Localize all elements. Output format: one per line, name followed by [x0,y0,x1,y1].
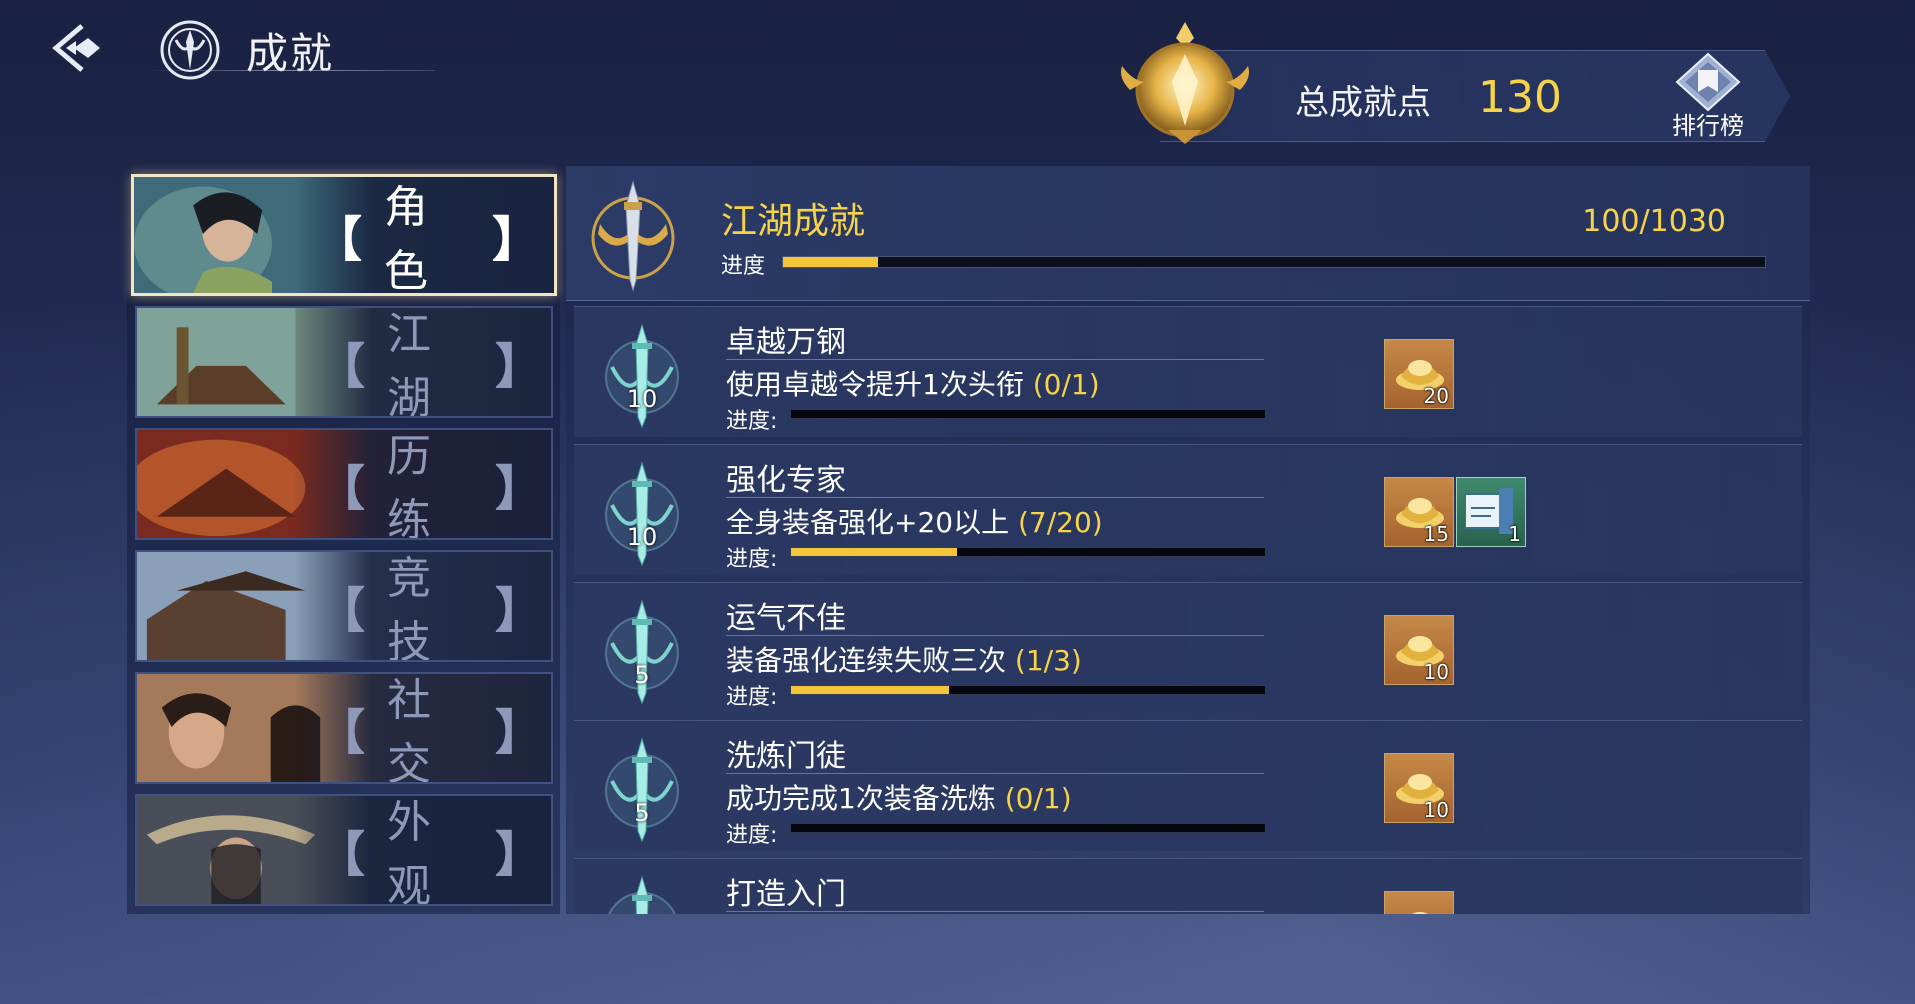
achievement-description: 成功完成1次装备洗炼 (0/1) [726,782,1072,815]
sword-badge-icon [605,737,679,843]
title-divider [726,635,1264,636]
achievement-count: (7/20) [1018,506,1103,539]
ranking-label: 排行榜 [1672,112,1744,140]
nav-item-role[interactable]: 【 角色 】 [131,174,557,296]
nav-label: 【 历练 】 [317,431,547,540]
achievement-row[interactable]: 10 卓越万钢使用卓越令提升1次头衔 (0/1) 进度: 20 [574,306,1802,437]
achievement-progress-bar [790,685,1266,695]
achievement-progress-fill [791,686,949,694]
reward-quantity: 1 [1508,522,1521,546]
ranking-button[interactable]: 排行榜 [1668,52,1748,142]
reward-item[interactable]: 10 [1384,615,1454,685]
achievement-row[interactable]: 打造入门 [574,858,1802,914]
sword-badge-icon [608,875,676,914]
summary-progress-fill [783,257,879,267]
achievement-summary: 江湖成就 100/1030 进度 [566,166,1810,301]
achievement-level: 5 [634,661,650,689]
achievement-progress-bar [790,823,1266,833]
summary-title: 江湖成就 [721,201,866,242]
achievement-title: 洗炼门徒 [726,739,846,774]
sword-badge-icon [605,599,679,705]
title-divider [726,359,1264,360]
achievement-title: 运气不佳 [726,601,846,636]
reward-quantity: 20 [1423,384,1449,408]
title-divider [726,773,1264,774]
reward-item[interactable]: 10 [1384,753,1454,823]
reward-quantity: 10 [1423,798,1449,822]
achievement-count: (0/1) [1032,368,1100,401]
achievement-level: 5 [634,799,650,827]
achievement-progress-fill [791,548,957,556]
achievement-emblem-icon [158,18,222,82]
progress-label: 进度: [726,409,778,434]
progress-label: 进度: [726,547,778,572]
reward-quantity: 10 [1423,660,1449,684]
title-divider [726,911,1264,912]
summary-progress-bar [782,256,1766,268]
nav-item-jianghu[interactable]: 【 江湖 】 [135,306,553,418]
achievement-row[interactable]: 5 运气不佳装备强化连续失败三次 (1/3) 进度: 10 [574,582,1802,713]
total-points-label: 总成就点 [1295,83,1431,123]
achievement-title: 卓越万钢 [726,325,846,360]
achievement-description: 全身装备强化+20以上 (7/20) [726,506,1103,539]
achievement-row[interactable]: 5 洗炼门徒成功完成1次装备洗炼 (0/1) 进度: 10 [574,720,1802,851]
sword-badge-icon [605,461,679,567]
nav-item-training[interactable]: 【 历练 】 [135,428,553,540]
nav-item-appearance[interactable]: 【 外观 】 [135,794,553,906]
progress-label: 进度: [726,685,778,710]
achievement-count: (0/1) [1004,782,1072,815]
achievement-title: 打造入门 [726,877,846,912]
achievement-panel: 江湖成就 100/1030 进度 10 卓越万钢使用卓越令提升1次头衔 (0/1)… [566,166,1810,914]
achievement-level: 10 [626,523,658,551]
progress-label: 进度: [726,823,778,848]
reward-item[interactable]: 15 [1384,477,1454,547]
nav-item-arena[interactable]: 【 竞技 】 [135,550,553,662]
nav-label: 【 社交 】 [317,675,547,784]
achievement-progress-bar [790,409,1266,419]
total-points-value: 130 [1478,72,1562,123]
achievement-title: 强化专家 [726,463,846,498]
nav-label: 【 江湖 】 [317,309,547,418]
gold-badge-icon [1110,18,1260,148]
sword-emblem-icon [588,176,678,294]
title-underline [145,70,435,71]
achievement-description: 装备强化连续失败三次 (1/3) [726,644,1082,677]
category-nav: 【 角色 】 【 江湖 】 【 历练 】 【 竞技 】 【 社交 】 【 外观 … [127,172,560,914]
gold-ingot-icon [1412,912,1428,914]
back-button[interactable] [48,18,112,78]
reward-item[interactable]: 1 [1456,477,1526,547]
achievement-row[interactable]: 10 强化专家全身装备强化+20以上 (7/20) 进度: 15 1 [574,444,1802,575]
summary-progress-label: 进度 [721,254,766,279]
reward-item[interactable] [1384,891,1454,914]
back-arrow-icon [52,24,100,72]
achievement-progress-bar [790,547,1266,557]
achievement-description: 使用卓越令提升1次头衔 (0/1) [726,368,1100,401]
nav-label: 【 竞技 】 [317,553,547,662]
page-title: 成就 [246,29,335,78]
ranking-icon [1675,52,1741,112]
reward-quantity: 15 [1423,522,1449,546]
title-divider [726,497,1264,498]
achievement-count: (1/3) [1014,644,1082,677]
achievement-level: 10 [626,385,658,413]
reward-item[interactable]: 20 [1384,339,1454,409]
nav-label: 【 角色 】 [314,182,544,296]
nav-item-social[interactable]: 【 社交 】 [135,672,553,784]
summary-count: 100/1030 [1582,204,1726,239]
sword-badge-icon [605,323,679,429]
nav-label: 【 外观 】 [317,797,547,906]
